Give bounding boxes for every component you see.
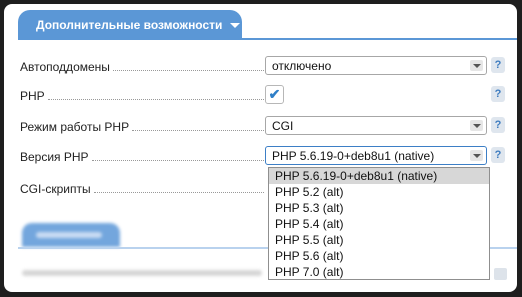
row-php-mode: Режим работы PHP CGI ? <box>4 116 517 138</box>
help-icon[interactable]: ? <box>491 147 505 163</box>
help-icon[interactable]: ? <box>491 117 505 133</box>
dropdown-option[interactable]: PHP 5.4 (alt) <box>269 216 489 232</box>
section-tab-additional-features[interactable]: Дополнительные возможности <box>18 10 242 39</box>
row-subdomains: Автоподдомены отключено ? <box>4 56 517 78</box>
chevron-down-icon <box>470 120 483 131</box>
dropdown-option[interactable]: PHP 5.6 (alt) <box>269 248 489 264</box>
php-version-value: PHP 5.6.19-0+deb8u1 (native) <box>272 149 435 163</box>
row-php: PHP ✔ ? <box>4 85 517 107</box>
help-icon[interactable]: ? <box>491 57 505 73</box>
section-tab-label: Дополнительные возможности <box>36 18 223 32</box>
leader-dots <box>47 91 264 100</box>
leader-dots <box>132 122 264 131</box>
php-mode-label: Режим работы PHP <box>20 120 130 134</box>
dropdown-option[interactable]: PHP 5.2 (alt) <box>269 184 489 200</box>
chevron-down-icon <box>470 150 483 161</box>
php-mode-select[interactable]: CGI <box>265 116 487 135</box>
php-version-dropdown: PHP 5.6.19-0+deb8u1 (native) PHP 5.2 (al… <box>268 167 490 280</box>
subdomains-label: Автоподдомены <box>20 60 110 74</box>
dropdown-option[interactable]: PHP 5.6.19-0+deb8u1 (native) <box>269 168 489 184</box>
subdomains-value: отключено <box>272 59 332 73</box>
leader-dots <box>112 62 264 71</box>
blurred-row <box>22 270 262 276</box>
dropdown-option[interactable]: PHP 5.3 (alt) <box>269 200 489 216</box>
php-version-label: Версия PHP <box>20 150 89 164</box>
php-mode-value: CGI <box>272 119 294 133</box>
php-label: PHP <box>20 89 45 103</box>
settings-panel: Дополнительные возможности Автоподдомены… <box>4 4 517 292</box>
blurred-section-tab <box>22 223 120 247</box>
subdomains-select[interactable]: отключено <box>265 56 487 75</box>
dropdown-option[interactable]: PHP 5.5 (alt) <box>269 232 489 248</box>
row-php-version: Версия PHP PHP 5.6.19-0+deb8u1 (native) … <box>4 146 517 168</box>
section-divider <box>18 38 517 40</box>
chevron-down-icon <box>470 60 483 71</box>
help-icon <box>494 268 507 280</box>
php-checkbox[interactable]: ✔ <box>265 85 284 104</box>
dropdown-option[interactable]: PHP 7.0 (alt) <box>269 264 489 280</box>
leader-dots <box>91 152 264 161</box>
help-icon[interactable]: ? <box>491 86 505 102</box>
checkmark-icon: ✔ <box>268 86 281 102</box>
php-version-select[interactable]: PHP 5.6.19-0+deb8u1 (native) <box>265 146 487 165</box>
caret-down-icon <box>230 23 241 28</box>
leader-dots <box>93 184 264 193</box>
cgi-scripts-label: CGI-скрипты <box>20 182 91 196</box>
